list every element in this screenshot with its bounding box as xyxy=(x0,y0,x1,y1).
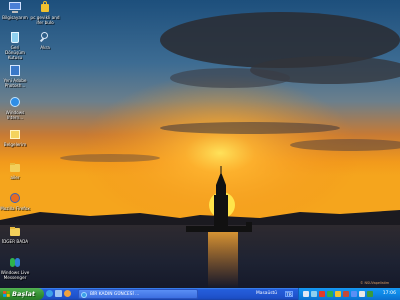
antivirus-icon[interactable] xyxy=(319,291,325,297)
taskbar-window-button[interactable]: BİR KADIN GÜNCESİ ... xyxy=(78,289,198,299)
icon-label: Yeni Adobe Photosh... xyxy=(3,78,27,88)
desktop-icon-folder-idger[interactable]: İDGER BADA xyxy=(0,225,30,244)
desktop-icon-live-messenger[interactable]: Windows Live Messenger xyxy=(0,256,30,280)
update-icon[interactable] xyxy=(335,291,341,297)
icon-label: Bilgisayarım xyxy=(2,15,28,20)
clock[interactable]: 17:06 xyxy=(383,288,396,300)
desktop-icon-search[interactable]: Akra xyxy=(30,31,60,50)
task-button-label: BİR KADIN GÜNCESİ ... xyxy=(90,292,140,297)
desktop-icon-folder-ailer[interactable]: ailer xyxy=(0,161,30,180)
wallpaper-sunset-maidens-tower xyxy=(0,0,400,288)
desktop: Bilgisayarım Geri Dönüşüm Kutusu Yeni Ad… xyxy=(0,0,400,288)
taskbar: Başlat BİR KADIN GÜNCESİ ... Masaüstü TR… xyxy=(0,288,400,300)
start-label: Başlat xyxy=(12,290,35,298)
desktop-icon-firefox[interactable]: Mozilla Firefox xyxy=(0,192,30,211)
icon-label: ailer xyxy=(10,175,20,180)
tray-icon[interactable] xyxy=(367,291,373,297)
icon-label: Windows Intern... xyxy=(5,110,25,120)
desktop-icon-my-documents[interactable]: Geri Dönüşüm Kutusu xyxy=(0,31,30,60)
recycle-bin-icon xyxy=(8,31,22,44)
yellow-lock-folder-icon xyxy=(38,1,52,14)
media-quick-icon[interactable] xyxy=(64,290,71,297)
folder-icon xyxy=(8,225,22,238)
messenger-icon xyxy=(8,256,22,269)
system-tray: 17:06 xyxy=(298,288,400,300)
desktop-icon-photoshop[interactable]: Yeni Adobe Photosh... xyxy=(0,64,30,88)
ie-quick-icon[interactable] xyxy=(46,290,53,297)
icon-label: Geri Dönüşüm Kutusu xyxy=(4,45,25,60)
my-computer-icon xyxy=(8,1,22,14)
start-button[interactable]: Başlat xyxy=(0,288,44,300)
desktop-toolbar-label[interactable]: Masaüstü xyxy=(256,288,277,300)
desktop-quick-icon[interactable] xyxy=(55,290,62,297)
icon-label: pc gevikli and ifer bulo xyxy=(30,15,60,25)
volume-icon[interactable] xyxy=(303,291,309,297)
icon-label: Akra xyxy=(40,45,50,50)
tray-icon[interactable] xyxy=(359,291,365,297)
firefox-icon xyxy=(8,192,22,205)
wallpaper-watermark: © NSUVapelistim xyxy=(360,281,390,285)
language-indicator[interactable]: TR xyxy=(285,291,293,297)
my-documents-icon xyxy=(8,128,22,141)
folder-icon xyxy=(8,161,22,174)
icon-label: İDGER BADA xyxy=(1,239,29,244)
icon-label: Mozilla Firefox xyxy=(0,206,30,211)
tray-icon[interactable] xyxy=(351,291,357,297)
tray-icon[interactable] xyxy=(343,291,349,297)
quick-launch xyxy=(46,290,71,298)
search-magnifier-icon xyxy=(38,31,52,44)
desktop-icon-my-computer[interactable]: Bilgisayarım xyxy=(0,1,30,20)
icon-label: Belgelerim xyxy=(3,142,27,147)
desktop-icon-lock-folder[interactable]: pc gevikli and ifer bulo xyxy=(30,1,60,25)
photoshop-icon xyxy=(8,64,22,77)
internet-explorer-icon xyxy=(8,96,22,109)
messenger-tray-icon[interactable] xyxy=(327,291,333,297)
windows-logo-icon xyxy=(3,291,10,297)
desktop-icon-documents[interactable]: Belgelerim xyxy=(0,128,30,147)
icon-label: Windows Live Messenger xyxy=(0,270,30,280)
network-icon[interactable] xyxy=(311,291,317,297)
desktop-icon-internet-explorer[interactable]: Windows Intern... xyxy=(0,96,30,120)
internet-explorer-icon xyxy=(81,291,87,298)
